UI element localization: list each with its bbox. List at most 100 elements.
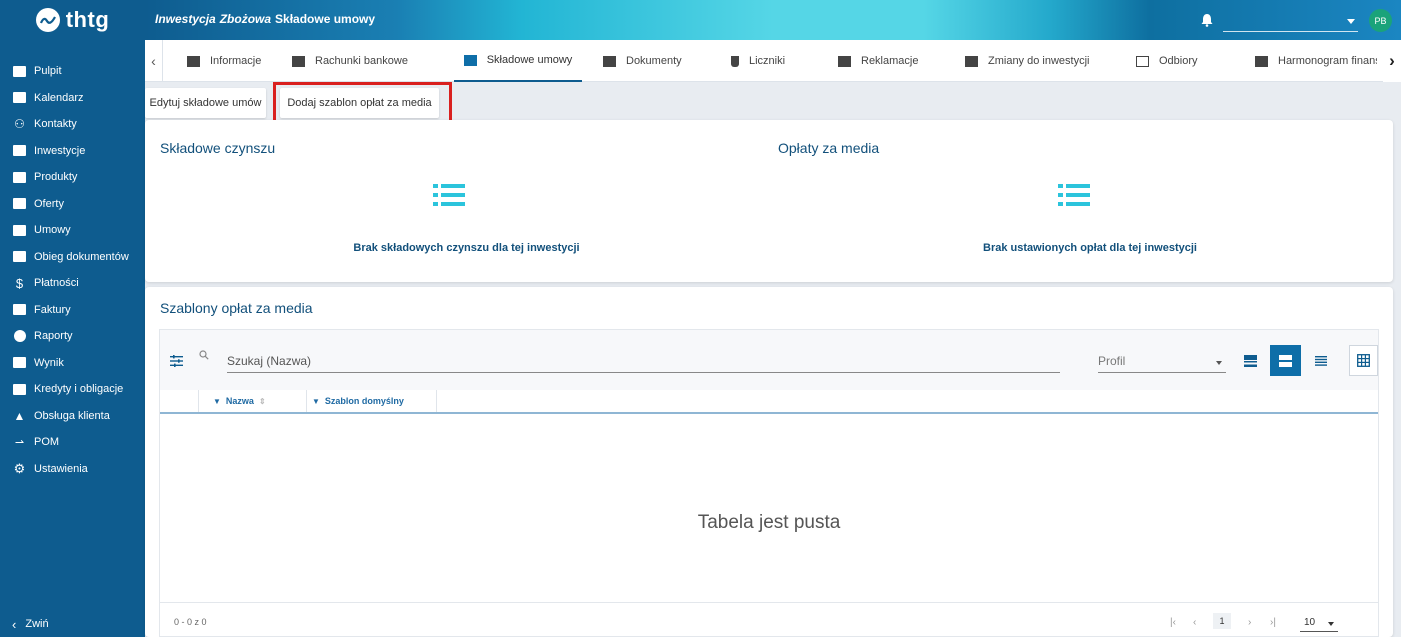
breadcrumb-investment[interactable]: Zbożowa [220,12,271,26]
list-icon [1058,184,1090,206]
profile-placeholder: Profil [1098,354,1126,368]
sidebar-item-pulpit[interactable]: Pulpit [0,58,145,85]
first-page-icon[interactable]: |‹ [1170,617,1176,628]
profile-select[interactable]: Profil [1098,351,1226,373]
gear-icon: ⚙ [13,460,26,476]
templates-title: Szablony opłat za media [160,300,313,316]
plug-icon [731,55,739,67]
avatar[interactable]: PB [1369,9,1392,32]
sort-icon[interactable]: ⇕ [259,397,266,406]
columns-grid-button[interactable] [1349,345,1378,376]
media-fees-empty: Brak ustawionych opłat dla tej inwestycj… [983,242,1197,254]
rent-components-title: Składowe czynszu [160,140,276,156]
sidebar-collapse-button[interactable]: ‹ Zwiń [0,611,145,637]
sidebar-item-produkty[interactable]: Produkty [0,164,145,191]
search-input[interactable]: Szukaj (Nazwa) [227,351,1060,373]
sidebar-item-label: Ustawienia [34,462,88,475]
tab-label: Zmiany do inwestycji [988,55,1090,67]
tab-harmonogram-finansowy[interactable]: Harmonogram finansowy [1255,40,1377,82]
top-bar: Inwestycja Zbożowa Składowe umowy PB [145,0,1401,40]
tab-label: Informacje [210,55,262,67]
column-header-nazwa[interactable]: ▼ Nazwa ⇕ [213,390,266,412]
dashboard-icon [12,65,27,78]
pie-chart-icon [12,330,27,343]
view-compact-button[interactable] [1235,345,1266,376]
app-logo[interactable]: thtg [0,0,145,40]
list-icon [433,184,465,206]
sidebar-item-label: Inwestycje [34,144,86,157]
sidebar-item-ustawienia[interactable]: ⚙ Ustawienia [0,456,145,483]
view-standard-button[interactable] [1270,345,1301,376]
arrows-icon: ⇀ [14,436,25,449]
sidebar-item-pom[interactable]: ⇀ POM [0,429,145,456]
view-dense-button[interactable] [1305,345,1336,376]
info-icon [187,55,200,67]
sidebar-item-inwestycje[interactable]: Inwestycje [0,138,145,165]
sidebar-item-label: Wynik [34,356,64,369]
dollar-icon: $ [15,275,24,291]
sidebar-item-label: Raporty [34,330,73,343]
sidebar-item-kredyty-i-obligacje[interactable]: Kredyty i obligacje [0,376,145,403]
contacts-icon: ⚇ [14,117,25,132]
tab-scroll-left-button[interactable]: ‹ [145,40,163,82]
tab-scroll-right-button[interactable]: › [1383,40,1401,82]
tab-informacje[interactable]: Informacje [187,40,261,82]
sidebar-item-label: Obsługa klienta [34,409,110,422]
products-icon [12,171,27,184]
filter-icon[interactable]: ▼ [213,397,221,406]
next-page-icon[interactable]: › [1248,617,1251,628]
folder-icon [12,224,27,237]
filter-settings-icon[interactable] [170,355,183,367]
sidebar-item-płatności[interactable]: $ Płatności [0,270,145,297]
column-label: Szablon domyślny [324,396,404,406]
page-size-select[interactable]: 10 [1300,614,1338,632]
chevron-left-icon: ‹ [12,616,17,632]
tab-label: Składowe umowy [486,54,573,66]
sidebar-item-label: Oferty [34,197,64,210]
grid-icon [1357,354,1370,367]
breadcrumb-section[interactable]: Inwestycja [155,12,216,26]
bar-chart-icon [12,356,27,369]
tab-odbiory[interactable]: Odbiory [1136,40,1198,82]
breadcrumb-current: Składowe umowy [275,12,376,26]
tab-reklamacje[interactable]: Reklamacje [838,40,918,82]
column-separator [198,390,199,412]
sidebar-item-obsługa-klienta[interactable]: ▲ Obsługa klienta [0,403,145,430]
column-label: Nazwa [225,396,254,406]
column-header-szablon-domyslny[interactable]: ▼ Szablon domyślny [312,390,404,412]
tab-label: Dokumenty [626,55,682,67]
user-select[interactable] [1223,12,1358,32]
view-standard-icon [1279,354,1292,367]
tab-zmiany-do-inwestycji[interactable]: Zmiany do inwestycji [965,40,1089,82]
tab-dokumenty[interactable]: Dokumenty [603,40,682,82]
tab-bar: ‹ Informacje Rachunki bankowe Składowe umo… [145,40,1401,82]
edit-components-button[interactable]: Edytuj składowe umów [145,88,266,118]
prev-page-icon[interactable]: ‹ [1193,617,1196,628]
document-icon [603,55,616,67]
schedule-icon [1255,55,1268,67]
sidebar-item-kontakty[interactable]: ⚇ Kontakty [0,111,145,138]
tab-liczniki[interactable]: Liczniki [731,40,785,82]
tab-składowe-umowy[interactable]: Składowe umowy [454,40,582,82]
warning-icon: ▲ [13,408,26,423]
sidebar-item-umowy[interactable]: Umowy [0,217,145,244]
building-icon [12,144,27,157]
column-separator [306,390,307,412]
sidebar-item-oferty[interactable]: Oferty [0,191,145,218]
last-page-icon[interactable]: ›| [1270,617,1276,628]
sidebar: thtg Pulpit Kalendarz ⚇ Kontakty Inwestycje P… [0,0,145,637]
tab-rachunki-bankowe[interactable]: Rachunki bankowe [292,40,408,82]
current-page[interactable]: 1 [1213,613,1231,629]
sidebar-item-wynik[interactable]: Wynik [0,350,145,377]
view-compact-icon [1244,354,1257,367]
document-icon [12,303,27,316]
sidebar-item-faktury[interactable]: Faktury [0,297,145,324]
sidebar-item-kalendarz[interactable]: Kalendarz [0,85,145,112]
bell-icon[interactable] [1201,13,1213,27]
table-empty-message: Tabela jest pusta [697,512,841,533]
page-size-value: 10 [1304,617,1316,628]
collapse-label: Zwiń [25,618,49,630]
filter-icon[interactable]: ▼ [312,397,320,406]
sidebar-item-obieg-dokumentów[interactable]: Obieg dokumentów [0,244,145,271]
sidebar-item-raporty[interactable]: Raporty [0,323,145,350]
